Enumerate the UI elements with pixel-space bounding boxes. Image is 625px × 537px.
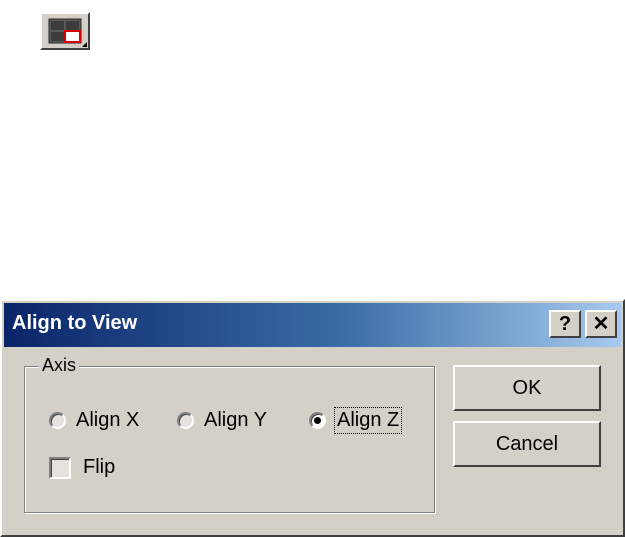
- ok-button[interactable]: OK: [453, 365, 601, 411]
- radio-selected-icon[interactable]: [309, 412, 326, 429]
- title-bar[interactable]: Align to View ? ✕: [4, 303, 621, 347]
- viewport-layout-icon: [48, 18, 82, 44]
- close-button[interactable]: ✕: [585, 310, 617, 338]
- radio-align-y[interactable]: Align Y: [177, 409, 267, 432]
- align-to-view-dialog: Align to View ? ✕ Axis Align X Align Y A…: [0, 299, 625, 537]
- flip-checkbox[interactable]: Flip: [49, 456, 115, 479]
- radio-align-z[interactable]: Align Z: [309, 407, 403, 434]
- align-to-view-toolbar-button[interactable]: [40, 12, 90, 50]
- flyout-corner-icon: [82, 42, 87, 47]
- axis-group: Axis Align X Align Y Align Z Flip: [24, 355, 435, 513]
- flip-checkbox-label: Flip: [83, 456, 116, 478]
- checkbox-unchecked-icon[interactable]: [49, 456, 71, 479]
- dialog-title: Align to View: [12, 312, 138, 334]
- radio-align-z-label: Align Z: [333, 407, 403, 434]
- axis-group-label: Axis: [39, 355, 80, 376]
- help-button[interactable]: ?: [549, 310, 581, 338]
- radio-unselected-icon[interactable]: [177, 412, 194, 429]
- cancel-button[interactable]: Cancel: [453, 421, 601, 467]
- radio-align-y-label: Align Y: [204, 409, 268, 431]
- radio-align-x-label: Align X: [76, 409, 140, 431]
- radio-align-x[interactable]: Align X: [49, 409, 139, 432]
- radio-unselected-icon[interactable]: [49, 412, 66, 429]
